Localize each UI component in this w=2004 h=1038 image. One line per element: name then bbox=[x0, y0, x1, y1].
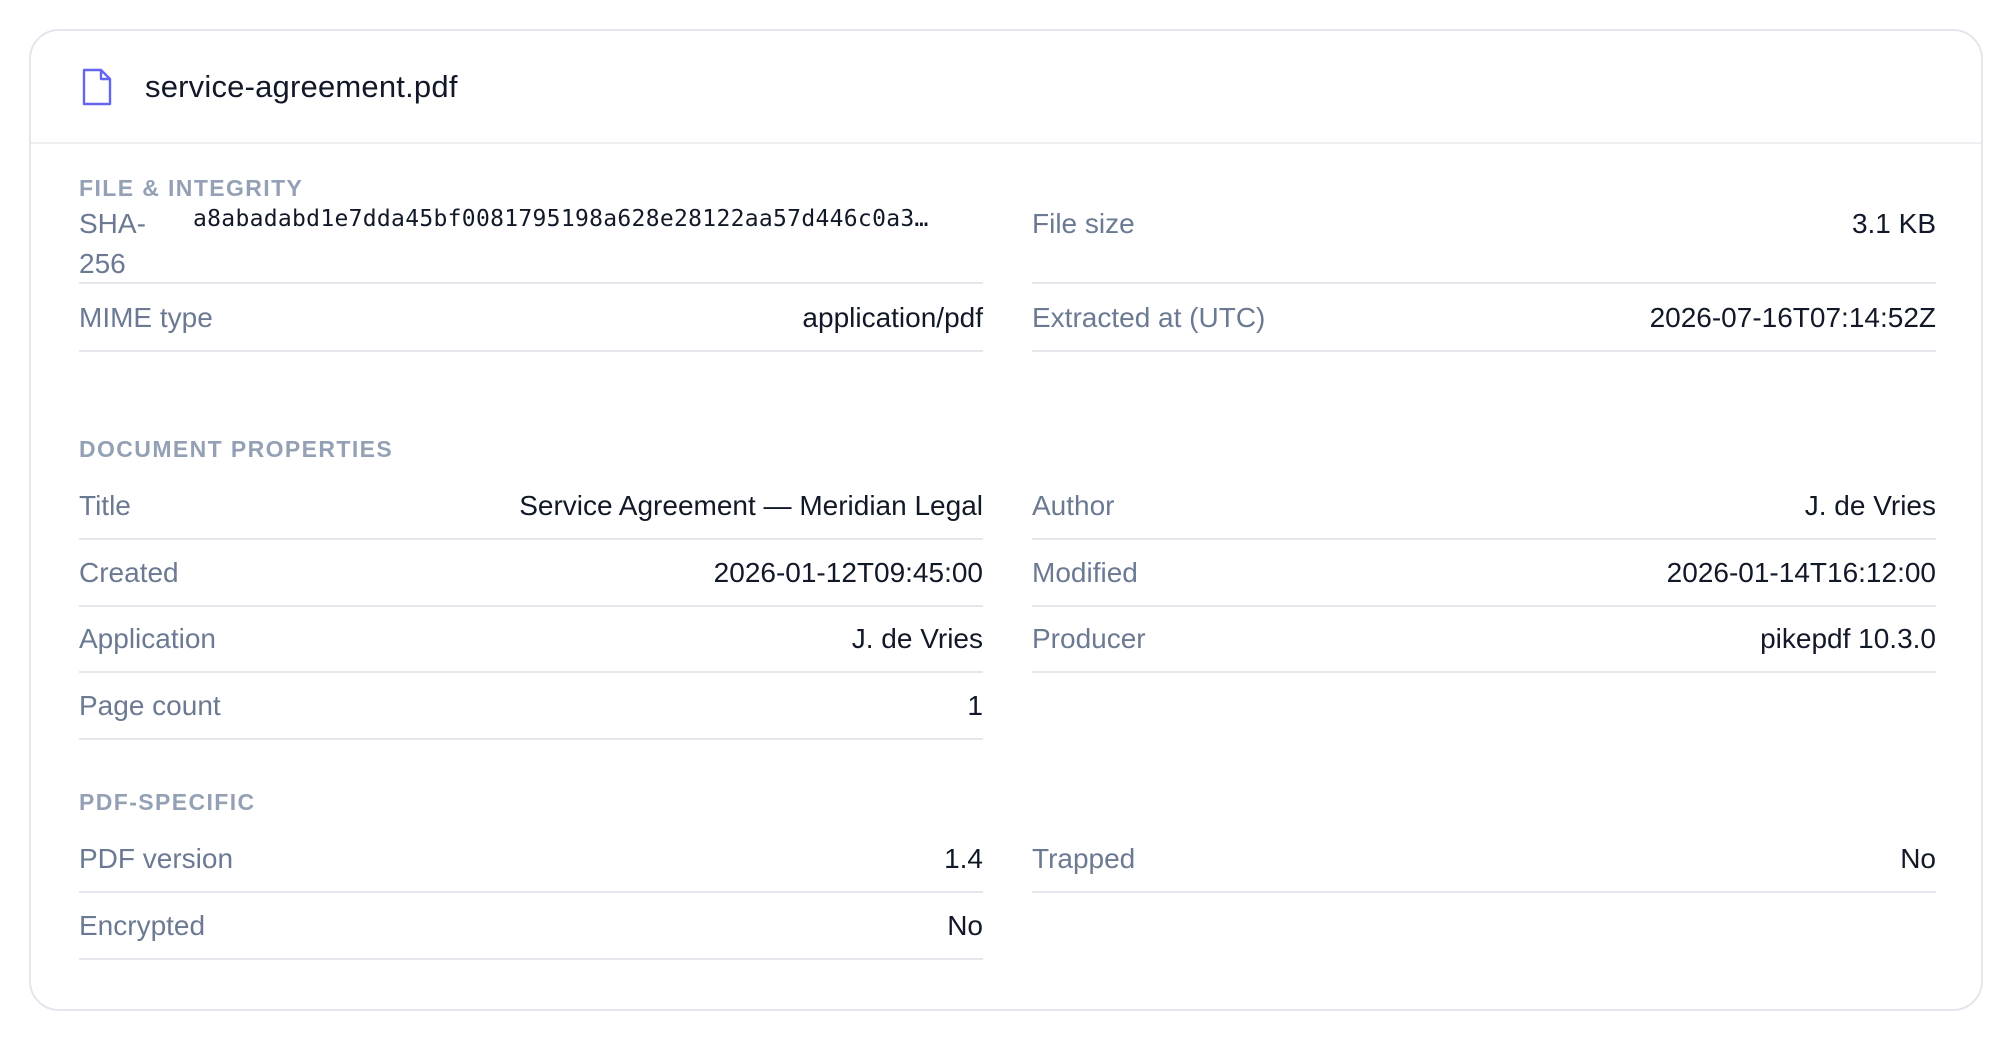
file-size-value: 3.1 KB bbox=[1851, 208, 1936, 239]
sha256-label: SHA-256 bbox=[79, 208, 146, 279]
row-extracted-at: Extracted at (UTC) 2026-07-16T07:14:52Z bbox=[1032, 286, 1936, 352]
page-count-label: Page count bbox=[79, 690, 221, 721]
modified-label: Modified bbox=[1032, 557, 1138, 588]
file-name: service-agreement.pdf bbox=[145, 68, 458, 104]
title-value: Service Agreement — Meridian Legal bbox=[519, 490, 983, 521]
application-value: J. de Vries bbox=[851, 623, 983, 654]
created-value: 2026-01-12T09:45:00 bbox=[713, 557, 983, 588]
row-mime-type: MIME type application/pdf bbox=[79, 286, 983, 352]
extracted-at-label: Extracted at (UTC) bbox=[1032, 302, 1266, 333]
row-pdf-version: PDF version 1.4 bbox=[79, 827, 983, 893]
file-icon bbox=[81, 68, 113, 106]
title-label: Title bbox=[79, 490, 131, 521]
row-file-size: File size 3.1 KB bbox=[1032, 192, 1936, 284]
pdf-version-label: PDF version bbox=[79, 843, 234, 874]
row-application: Application J. de Vries bbox=[79, 607, 983, 673]
trapped-value: No bbox=[1900, 843, 1936, 874]
section-title-document-properties: DOCUMENT PROPERTIES bbox=[79, 436, 394, 462]
section-title-pdf-specific: PDF-SPECIFIC bbox=[79, 789, 256, 815]
file-metadata-card: service-agreement.pdf FILE & INTEGRITY S… bbox=[29, 29, 1983, 1011]
author-label: Author bbox=[1032, 490, 1115, 521]
card-header: service-agreement.pdf bbox=[31, 31, 1981, 144]
modified-value: 2026-01-14T16:12:00 bbox=[1666, 557, 1936, 588]
pdf-version-value: 1.4 bbox=[944, 843, 983, 874]
application-label: Application bbox=[79, 623, 216, 654]
author-value: J. de Vries bbox=[1804, 490, 1936, 521]
row-encrypted: Encrypted No bbox=[79, 894, 983, 960]
producer-value: pikepdf 10.3.0 bbox=[1760, 623, 1936, 654]
encrypted-label: Encrypted bbox=[79, 910, 206, 941]
trapped-label: Trapped bbox=[1032, 843, 1136, 874]
row-author: Author J. de Vries bbox=[1032, 474, 1936, 540]
producer-label: Producer bbox=[1032, 623, 1146, 654]
row-title: Title Service Agreement — Meridian Legal bbox=[79, 474, 983, 540]
row-producer: Producer pikepdf 10.3.0 bbox=[1032, 607, 1936, 673]
extracted-at-value: 2026-07-16T07:14:52Z bbox=[1649, 302, 1936, 333]
row-trapped: Trapped No bbox=[1032, 827, 1936, 893]
row-sha256: SHA-256 a8abadabd1e7dda45bf0081795198a62… bbox=[79, 192, 983, 284]
mime-type-label: MIME type bbox=[79, 302, 213, 333]
encrypted-value: No bbox=[947, 910, 983, 941]
file-size-label: File size bbox=[1032, 208, 1135, 239]
page-count-value: 1 bbox=[967, 690, 983, 721]
row-created: Created 2026-01-12T09:45:00 bbox=[79, 541, 983, 607]
sha256-value: a8abadabd1e7dda45bf0081795198a628e28122a… bbox=[193, 206, 929, 232]
row-page-count: Page count 1 bbox=[79, 674, 983, 740]
mime-type-value: application/pdf bbox=[802, 302, 983, 333]
created-label: Created bbox=[79, 557, 179, 588]
row-modified: Modified 2026-01-14T16:12:00 bbox=[1032, 541, 1936, 607]
